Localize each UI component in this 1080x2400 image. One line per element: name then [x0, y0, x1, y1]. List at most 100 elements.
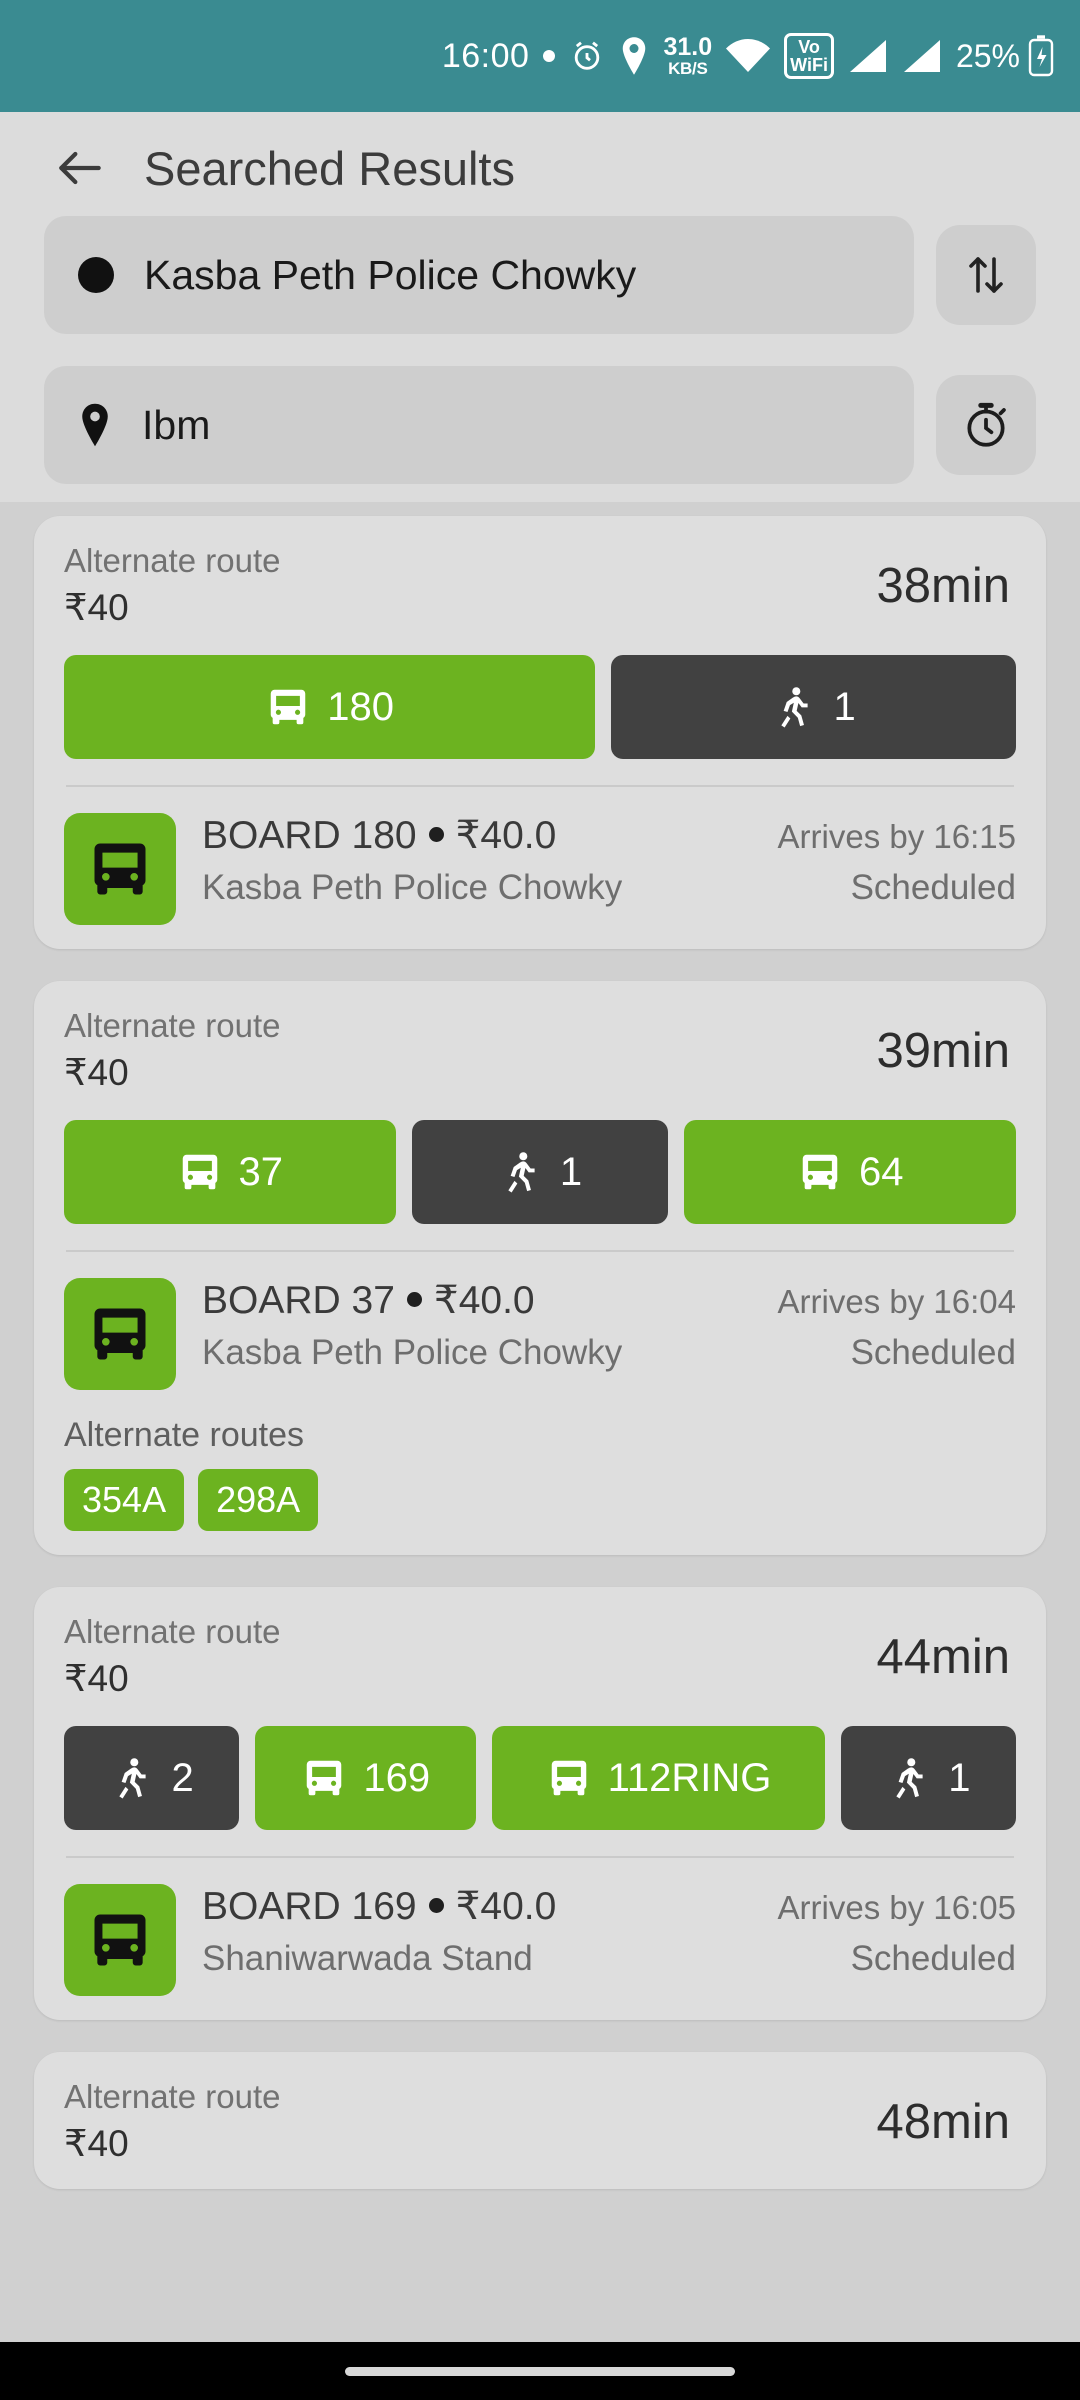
route-card[interactable]: Alternate route ₹40 39min 37 1 64 BOARD 37 ₹40.… [34, 981, 1046, 1555]
alternate-routes-label: Alternate routes [64, 1416, 305, 1454]
search-header: Searched Results Kasba Peth Police Chowk… [0, 112, 1080, 502]
route-card[interactable]: Alternate route ₹40 44min 2 169 112RING 1 BOARD… [34, 1587, 1046, 2020]
board-stop-name: Kasba Peth Police Chowky [202, 868, 623, 907]
signal-bars-sim2-icon [902, 39, 942, 73]
departure-time-button[interactable] [936, 375, 1036, 475]
results-list[interactable]: Alternate route ₹40 38min 180 1 BOARD 180 ₹40.… [0, 502, 1080, 2400]
route-legs: 180 1 [64, 655, 1016, 759]
board-details: BOARD 37 ₹40.0 Arrives by 16:04 Kasba Peth … [64, 1278, 1016, 1390]
route-summary-left: Alternate route ₹40 [64, 2078, 280, 2165]
separator-dot-icon [428, 827, 444, 842]
board-primary-line: BOARD 180 ₹40.0 Arrives by 16:15 [202, 813, 1016, 858]
route-duration: 48min [876, 2094, 1010, 2149]
board-details: BOARD 169 ₹40.0 Arrives by 16:05 Shaniwarwa… [64, 1884, 1016, 1996]
route-legs: 37 1 64 [64, 1120, 1016, 1224]
route-fare: ₹40 [64, 1052, 129, 1093]
route-duration: 44min [876, 1629, 1010, 1684]
origin-dot-icon [78, 257, 114, 293]
alarm-icon [569, 38, 605, 74]
battery-percent-label: 25% [955, 37, 1020, 74]
route-leg-label: 1 [948, 1755, 971, 1800]
card-divider [66, 785, 1014, 787]
route-leg-label: 180 [327, 684, 394, 729]
network-speed-indicator: 31.0 KB/S [663, 33, 713, 78]
route-summary: Alternate route ₹40 48min [64, 2078, 1016, 2165]
board-status-badge: Scheduled [850, 1939, 1016, 1978]
route-leg-walk[interactable]: 1 [840, 1726, 1016, 1830]
route-leg-bus[interactable]: 112RING [492, 1726, 825, 1830]
alternate-route-badge[interactable]: 298A [198, 1469, 319, 1531]
home-indicator[interactable] [345, 2366, 735, 2376]
wifi-icon [726, 39, 771, 73]
board-bus-icon [64, 1884, 176, 1996]
route-leg-label: 169 [363, 1755, 431, 1800]
back-button[interactable] [52, 140, 108, 196]
route-leg-bus[interactable]: 37 [64, 1120, 396, 1224]
route-fare: ₹40 [64, 587, 129, 628]
route-duration: 39min [876, 1023, 1010, 1078]
board-secondary-line: Kasba Peth Police Chowky Scheduled [202, 868, 1016, 908]
battery-indicator: 25% [956, 35, 1054, 77]
walk-icon [109, 1755, 155, 1801]
route-leg-label: 1 [833, 684, 856, 729]
route-leg-walk[interactable]: 1 [411, 1120, 669, 1224]
system-navigation-bar [0, 2342, 1080, 2400]
board-text-block: BOARD 169 ₹40.0 Arrives by 16:05 Shaniwarwa… [202, 1884, 1016, 1979]
board-secondary-line: Kasba Peth Police Chowky Scheduled [202, 1333, 1016, 1373]
destination-input[interactable]: Ibm [44, 366, 914, 484]
walk-icon [886, 1755, 932, 1801]
status-bar: 16:00 31.0 KB/S Vo WiFi 25% [0, 0, 1080, 112]
phone-screen: 16:00 31.0 KB/S Vo WiFi 25% Searched Res… [0, 0, 1080, 2400]
route-card[interactable]: Alternate route ₹40 38min 180 1 BOARD 180 ₹40.… [34, 516, 1046, 949]
swap-locations-button[interactable] [936, 225, 1036, 325]
origin-input[interactable]: Kasba Peth Police Chowky [44, 216, 914, 334]
bus-icon [546, 1755, 592, 1801]
route-summary: Alternate route ₹40 38min [64, 542, 1016, 629]
board-primary-line: BOARD 169 ₹40.0 Arrives by 16:05 [202, 1884, 1016, 1929]
board-bus-icon [64, 1278, 176, 1390]
notification-dot-icon [543, 50, 556, 62]
page-title: Searched Results [144, 141, 515, 195]
route-fare: ₹40 [64, 1658, 129, 1699]
walk-icon [771, 684, 817, 730]
route-leg-walk[interactable]: 2 [64, 1726, 240, 1830]
route-leg-label: 1 [559, 1149, 583, 1194]
vowifi-icon: Vo WiFi [784, 33, 834, 79]
route-summary-left: Alternate route ₹40 [64, 542, 280, 629]
route-card[interactable]: Alternate route ₹40 48min [34, 2052, 1046, 2189]
board-status-badge: Scheduled [850, 868, 1016, 907]
route-leg-bus[interactable]: 180 [64, 655, 596, 759]
board-title: BOARD 180 ₹40.0 [202, 814, 557, 857]
route-leg-bus[interactable]: 64 [684, 1120, 1016, 1224]
route-legs: 2 169 112RING 1 [64, 1726, 1016, 1830]
card-divider [66, 1856, 1014, 1858]
board-arrival-time: Arrives by 16:04 [777, 1283, 1016, 1320]
alternate-route-badge[interactable]: 354A [64, 1469, 185, 1531]
battery-charging-icon [1028, 35, 1054, 77]
separator-dot-icon [406, 1292, 422, 1307]
board-details: BOARD 180 ₹40.0 Arrives by 16:15 Kasba Peth… [64, 813, 1016, 925]
route-label: Alternate route [64, 2078, 281, 2115]
separator-dot-icon [428, 1898, 444, 1913]
board-stop-name: Shaniwarwada Stand [202, 1939, 533, 1978]
route-leg-label: 37 [238, 1149, 284, 1194]
map-pin-icon [78, 403, 112, 447]
location-icon [619, 37, 649, 75]
board-arrival-time: Arrives by 16:05 [777, 1889, 1016, 1926]
route-label: Alternate route [64, 1007, 281, 1044]
board-bus-icon [64, 813, 176, 925]
board-arrival-time: Arrives by 16:15 [777, 818, 1016, 855]
route-leg-bus[interactable]: 169 [255, 1726, 477, 1830]
route-fare: ₹40 [64, 2123, 129, 2164]
route-leg-walk[interactable]: 1 [611, 655, 1016, 759]
bus-icon [265, 684, 311, 730]
alternate-routes-badges: 354A 298A [64, 1469, 1016, 1531]
route-summary-left: Alternate route ₹40 [64, 1613, 280, 1700]
route-label: Alternate route [64, 542, 281, 579]
board-secondary-line: Shaniwarwada Stand Scheduled [202, 1939, 1016, 1979]
destination-value: Ibm [142, 401, 211, 448]
destination-row: Ibm [0, 356, 1080, 484]
route-summary-left: Alternate route ₹40 [64, 1007, 280, 1094]
walk-icon [498, 1149, 544, 1195]
route-duration: 38min [876, 558, 1010, 613]
